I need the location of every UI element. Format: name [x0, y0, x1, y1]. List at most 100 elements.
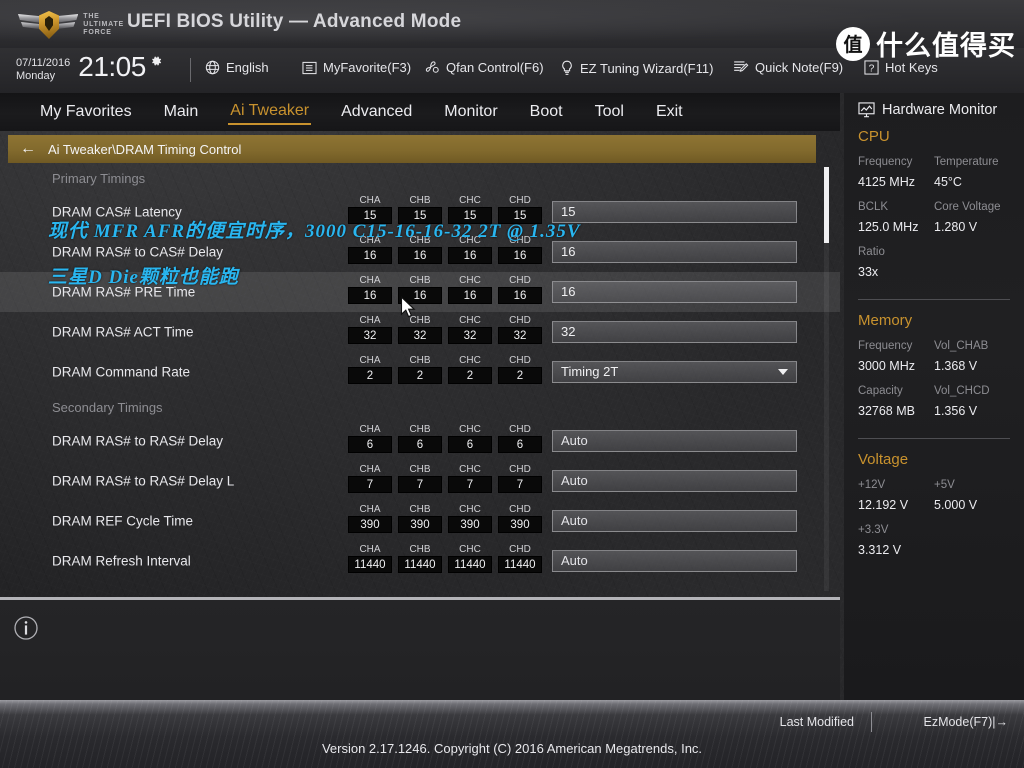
tab-exit[interactable]: Exit: [654, 101, 685, 124]
panel-scrollbar-thumb[interactable]: [824, 167, 829, 243]
tab-boot[interactable]: Boot: [528, 101, 565, 124]
hw-key: Vol_CHAB: [934, 340, 989, 352]
channel-name: CHC: [459, 464, 481, 475]
channel-name: CHC: [459, 235, 481, 246]
channel-name: CHD: [509, 464, 531, 475]
setting-input[interactable]: 16: [552, 241, 797, 263]
breadcrumb-path: Ai Tweaker\DRAM Timing Control: [48, 141, 242, 157]
channel-value: 15: [448, 207, 492, 224]
setting-label: DRAM Refresh Interval: [52, 553, 191, 569]
nav-tabs: My Favorites Main Ai Tweaker Advanced Monito…: [0, 93, 840, 131]
last-modified-button[interactable]: Last Modified: [780, 715, 854, 729]
quick-note-button[interactable]: Quick Note(F9): [733, 60, 843, 75]
hw-section-title: CPU: [858, 128, 890, 145]
setting-row[interactable]: DRAM RAS# ACT Time CHA 32 CHB 32 CHC 32 CHD 32 32: [0, 312, 840, 352]
channel-cell: CHA 15: [348, 195, 392, 224]
ezmode-button[interactable]: EzMode(F7)|→: [923, 715, 1008, 729]
channel-name: CHA: [359, 464, 381, 475]
hw-readout-grid: Frequency Vol_CHAB 3000 MHz 1.368 V Capacity…: [858, 338, 1010, 426]
setting-row[interactable]: DRAM Refresh Interval CHA 11440 CHB 11440 CHC…: [0, 541, 840, 581]
hw-value: 3.312 V: [858, 543, 902, 557]
tuf-logo-text: THE ULTIMATE FORCE: [83, 13, 124, 36]
channel-name: CHC: [459, 275, 481, 286]
channel-cell: CHB 32: [398, 315, 442, 344]
setting-select[interactable]: Timing 2T: [552, 361, 797, 383]
channel-value: 16: [498, 247, 542, 264]
watermark: 值 什么值得买: [836, 24, 1016, 63]
hw-value: 125.0 MHz: [858, 220, 919, 234]
tab-main[interactable]: Main: [162, 101, 201, 124]
channel-cell: CHA 16: [348, 235, 392, 264]
channel-name: CHD: [509, 424, 531, 435]
channel-name: CHA: [359, 195, 381, 206]
channel-value: 16: [348, 247, 392, 264]
setting-row[interactable]: DRAM CAS# Latency CHA 15 CHB 15 CHC 15 CHD 15 15: [0, 192, 840, 232]
setting-input[interactable]: 15: [552, 201, 797, 223]
setting-input[interactable]: 32: [552, 321, 797, 343]
setting-row[interactable]: DRAM RAS# to RAS# Delay CHA 6 CHB 6 CHC 6 CHD 6 A…: [0, 421, 840, 461]
hw-key: [934, 244, 1010, 261]
channel-name: CHC: [459, 424, 481, 435]
tuf-wings-icon: [18, 8, 79, 42]
channel-cell: CHB 16: [398, 275, 442, 304]
channel-value: 2: [398, 367, 442, 384]
channel-cell: CHD 6: [498, 424, 542, 453]
setting-input[interactable]: Auto: [552, 510, 797, 532]
hw-value: 45°C: [934, 175, 962, 189]
bulb-icon: [562, 60, 572, 75]
channel-value: 16: [448, 287, 492, 304]
channel-cell: CHB 7: [398, 464, 442, 493]
channel-value: 6: [498, 436, 542, 453]
setting-row[interactable]: DRAM RAS# to CAS# Delay CHA 16 CHB 16 CHC 16 CH…: [0, 232, 840, 272]
breadcrumb: ← Ai Tweaker\DRAM Timing Control: [8, 135, 816, 163]
hw-value: 12.192 V: [858, 498, 909, 512]
gear-icon[interactable]: [149, 54, 163, 68]
setting-label: DRAM RAS# to CAS# Delay: [52, 244, 224, 260]
channel-cell: CHC 390: [448, 504, 492, 533]
channel-cell: CHB 2: [398, 355, 442, 384]
channel-value: 32: [348, 327, 392, 344]
tab-ai-tweaker[interactable]: Ai Tweaker: [228, 100, 312, 125]
setting-row[interactable]: DRAM Command Rate CHA 2 CHB 2 CHC 2 CHD 2 Timing …: [0, 352, 840, 392]
setting-input[interactable]: Auto: [552, 550, 797, 572]
tab-my-favorites[interactable]: My Favorites: [38, 101, 134, 124]
channel-name: CHB: [409, 464, 431, 475]
channel-cell: CHA 16: [348, 275, 392, 304]
setting-input[interactable]: Auto: [552, 430, 797, 452]
tab-advanced[interactable]: Advanced: [339, 101, 414, 124]
myfavorite-button[interactable]: MyFavorite(F3): [302, 60, 411, 75]
channel-cell: CHC 11440: [448, 544, 492, 573]
channel-name: CHD: [509, 315, 531, 326]
bios-screen: THE ULTIMATE FORCE UEFI BIOS Utility — A…: [0, 0, 1024, 768]
hardware-monitor-panel: Hardware Monitor CPU Frequency Temperature…: [844, 93, 1024, 700]
quick-note-label: Quick Note(F9): [755, 60, 844, 75]
channel-value: 2: [448, 367, 492, 384]
channel-cell: CHC 15: [448, 195, 492, 224]
tab-tool[interactable]: Tool: [593, 101, 626, 124]
channel-values: CHA 390 CHB 390 CHC 390 CHD 390: [348, 504, 542, 533]
channel-value: 7: [398, 476, 442, 493]
setting-input[interactable]: Auto: [552, 470, 797, 492]
info-icon[interactable]: [12, 614, 40, 642]
hw-value: 1.280 V: [934, 220, 978, 234]
setting-row[interactable]: DRAM RAS# to RAS# Delay L CHA 7 CHB 7 CHC 7 CHD…: [0, 461, 840, 501]
setting-row[interactable]: DRAM REF Cycle Time CHA 390 CHB 390 CHC 390 CHD…: [0, 501, 840, 541]
back-arrow-icon[interactable]: ←: [20, 141, 36, 157]
setting-label: DRAM RAS# to RAS# Delay L: [52, 473, 235, 489]
channel-value: 11440: [398, 556, 442, 573]
tab-monitor[interactable]: Monitor: [442, 101, 499, 124]
channel-name: CHB: [409, 544, 431, 555]
channel-value: 11440: [348, 556, 392, 573]
channel-cell: CHB 15: [398, 195, 442, 224]
channel-cell: CHC 7: [448, 464, 492, 493]
tuf-logo: THE ULTIMATE FORCE: [18, 6, 124, 44]
setting-row[interactable]: DRAM RAS# PRE Time CHA 16 CHB 16 CHC 16 CHD 16 16: [0, 272, 840, 312]
language-button[interactable]: English: [205, 60, 269, 75]
hw-key: Ratio: [858, 246, 885, 258]
qfan-control-button[interactable]: Qfan Control(F6): [424, 60, 544, 75]
channel-name: CHB: [409, 504, 431, 515]
channel-values: CHA 6 CHB 6 CHC 6 CHD 6: [348, 424, 542, 453]
ez-tuning-wizard-button[interactable]: EZ Tuning Wizard(F11): [560, 60, 713, 76]
setting-input[interactable]: 16: [552, 281, 797, 303]
channel-values: CHA 11440 CHB 11440 CHC 11440 CHD 11440: [348, 544, 542, 573]
